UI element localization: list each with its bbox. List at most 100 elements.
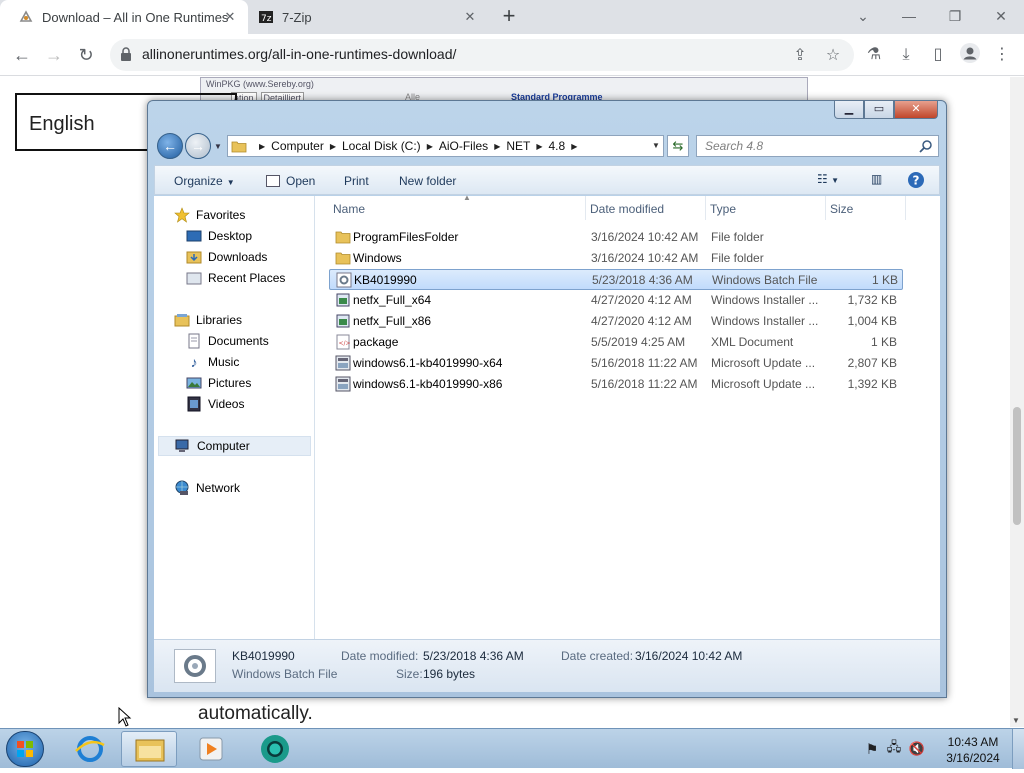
details-date-modified: 5/23/2018 4:36 AM [423, 649, 524, 663]
file-size: 1 KB [870, 335, 897, 349]
kebab-menu-icon[interactable]: ⋮ [990, 43, 1014, 67]
print-button[interactable]: Print [344, 174, 369, 188]
forward-arrow-icon[interactable]: → [185, 133, 211, 159]
organize-button[interactable]: Organize ▼ [174, 174, 235, 188]
explorer-address-bar[interactable]: ▶ Computer ▶ Local Disk (C:) ▶ AiO-Files ▶ N… [227, 135, 664, 157]
close-tab-icon[interactable]: ✕ [462, 9, 478, 25]
nav-libraries[interactable]: Libraries [174, 310, 242, 330]
minimize-button[interactable]: ▁ [834, 101, 864, 119]
scrollbar-thumb[interactable] [1013, 407, 1021, 525]
close-tab-icon[interactable]: ✕ [222, 9, 238, 25]
view-options-icon[interactable]: ☷ ▼ [817, 172, 839, 186]
column-header-date[interactable]: Date modified [586, 196, 706, 220]
nav-label: Recent Places [208, 271, 286, 285]
nav-recent-places[interactable]: Recent Places [186, 268, 285, 288]
recent-pages-dropdown-icon[interactable]: ▼ [214, 142, 222, 151]
file-size: 1,004 KB [847, 314, 897, 328]
help-icon[interactable]: ? [907, 171, 925, 192]
side-panel-icon[interactable]: ▯ [926, 43, 950, 67]
nav-pictures[interactable]: Pictures [186, 373, 251, 393]
preview-pane-icon[interactable]: ▥ [871, 172, 882, 186]
close-button[interactable]: ✕ [894, 101, 938, 119]
details-date-created-label: Date created: [561, 649, 634, 663]
nav-desktop[interactable]: Desktop [186, 226, 252, 246]
start-button[interactable] [6, 731, 44, 767]
open-button[interactable]: Open [266, 174, 315, 188]
network-icon [174, 480, 190, 496]
breadcrumb-4-8[interactable]: 4.8 [549, 139, 566, 153]
nav-documents[interactable]: Documents [186, 331, 269, 351]
nav-downloads[interactable]: Downloads [186, 247, 267, 267]
page-scrollbar[interactable]: ▼ [1010, 77, 1024, 727]
breadcrumb-local-disk[interactable]: Local Disk (C:) [342, 139, 421, 153]
clock-time: 10:43 AM [947, 735, 999, 749]
nav-music[interactable]: ♪ Music [186, 352, 240, 372]
file-list: ▲ Name Date modified Type Size ProgramFi… [315, 193, 940, 639]
nav-label: Libraries [196, 313, 243, 327]
search-icon[interactable] [919, 139, 933, 153]
file-row-selected[interactable]: KB4019990 5/23/2018 4:36 AM Windows Batc… [329, 269, 903, 290]
file-row[interactable]: windows6.1-kb4019990-x86 5/16/2018 11:22… [329, 374, 903, 395]
nav-label: Music [208, 355, 240, 369]
file-row[interactable]: Windows 3/16/2024 10:42 AM File folder [329, 248, 903, 269]
file-date: 4/27/2020 4:12 AM [591, 314, 692, 328]
scroll-down-arrow-icon[interactable]: ▼ [1012, 716, 1020, 725]
column-label: Type [710, 202, 737, 216]
profile-avatar-icon[interactable] [958, 43, 982, 67]
breadcrumb-computer[interactable]: Computer [271, 139, 324, 153]
share-icon[interactable]: ⇪ [790, 46, 810, 66]
restore-icon[interactable]: ❐ [932, 2, 978, 30]
system-tray: ⚑ 🖧 🔇 [862, 735, 928, 763]
explorer-window: ▁ ▭ ✕ ← → ▼ ▶ Computer ▶ Local Disk (C:) ▶… [147, 100, 947, 698]
file-row[interactable]: netfx_Full_x86 4/27/2020 4:12 AM Windows… [329, 311, 903, 332]
file-name: Windows [353, 251, 402, 265]
bookmark-star-icon[interactable]: ☆ [823, 46, 843, 66]
action-center-flag-icon[interactable]: ⚑ [862, 741, 882, 758]
computer-icon [175, 438, 191, 454]
tab-7zip[interactable]: 7z 7-Zip ✕ [248, 0, 488, 34]
nav-network[interactable]: Network [174, 478, 240, 498]
volume-muted-icon[interactable]: 🔇 [906, 741, 928, 757]
system-clock[interactable]: 10:43 AM 3/16/2024 [942, 734, 1004, 766]
minimize-icon[interactable]: — [886, 2, 932, 30]
new-tab-button[interactable]: + [497, 5, 521, 29]
file-row[interactable]: </> package 5/5/2019 4:25 AM XML Documen… [329, 332, 903, 353]
address-bar[interactable]: allinoneruntimes.org/all-in-one-runtimes… [110, 39, 854, 71]
nav-videos[interactable]: Videos [186, 394, 244, 414]
back-arrow-icon[interactable]: ← [157, 133, 183, 159]
labs-flask-icon[interactable]: ⚗ [862, 43, 886, 67]
maximize-button[interactable]: ▭ [864, 101, 894, 119]
column-label: Name [333, 202, 366, 216]
nav-computer[interactable]: Computer [158, 436, 311, 456]
close-window-icon[interactable]: ✕ [978, 2, 1024, 30]
tab-allinone-runtimes[interactable]: Download – All in One Runtimes ✕ [0, 0, 248, 34]
navigation-pane: Favorites Desktop Downloads Recent Place… [154, 196, 315, 639]
media-player-icon[interactable] [183, 731, 239, 767]
show-desktop-button[interactable] [1012, 729, 1024, 769]
column-header-name[interactable]: ▲ Name [329, 193, 586, 220]
reload-icon[interactable]: ↻ [73, 42, 99, 68]
search-input[interactable]: Search 4.8 [696, 135, 939, 157]
tab-search-icon[interactable]: ⌄ [840, 2, 886, 30]
new-folder-button[interactable]: New folder [399, 174, 456, 188]
file-explorer-icon[interactable] [121, 731, 177, 767]
file-type: Microsoft Update ... [711, 356, 816, 370]
column-header-size[interactable]: Size [826, 196, 906, 220]
back-arrow-icon[interactable]: ← [9, 42, 35, 68]
internet-explorer-icon[interactable] [62, 731, 118, 767]
download-icon[interactable]: ⤓ [894, 43, 918, 67]
chrome-browser-icon[interactable] [245, 731, 301, 767]
breadcrumb-net[interactable]: NET [506, 139, 530, 153]
network-status-icon[interactable]: 🖧 [882, 738, 906, 760]
forward-arrow-icon[interactable]: → [41, 42, 67, 68]
column-header-type[interactable]: Type [706, 196, 826, 220]
refresh-icon[interactable]: ⇆ [667, 135, 689, 157]
file-row[interactable]: netfx_Full_x64 4/27/2020 4:12 AM Windows… [329, 290, 903, 311]
address-dropdown-icon[interactable]: ▼ [649, 136, 663, 156]
site-favicon-icon [18, 9, 34, 25]
tab-strip: Download – All in One Runtimes ✕ 7z 7-Zi… [0, 0, 1024, 34]
file-row[interactable]: windows6.1-kb4019990-x64 5/16/2018 11:22… [329, 353, 903, 374]
file-row[interactable]: ProgramFilesFolder 3/16/2024 10:42 AM Fi… [329, 227, 903, 248]
breadcrumb-aio-files[interactable]: AiO-Files [439, 139, 488, 153]
nav-favorites[interactable]: Favorites [174, 205, 245, 225]
